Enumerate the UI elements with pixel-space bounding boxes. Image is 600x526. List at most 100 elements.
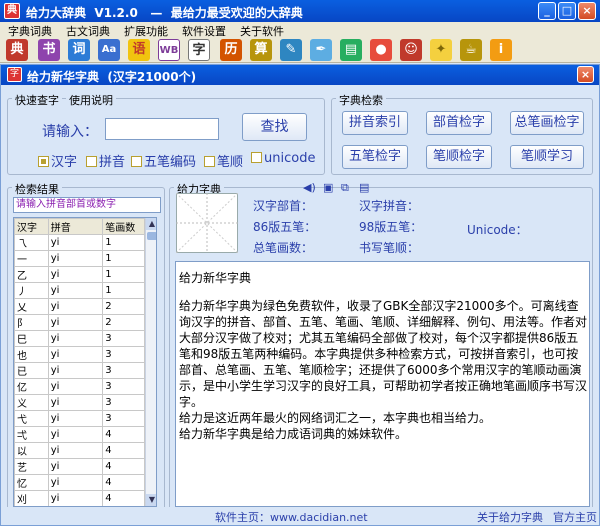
duplicate-icon[interactable]: ⧉ (341, 181, 349, 195)
table-row[interactable]: 艺 yi 4 (14, 458, 145, 475)
inner-close-button[interactable]: × (577, 66, 594, 83)
checkbox-bishun[interactable] (204, 156, 215, 167)
table-row[interactable]: 阝 yi 2 (14, 314, 145, 331)
pinyin-index-button[interactable]: 拼音索引 (342, 111, 408, 135)
col-pinyin[interactable]: 拼音 (47, 218, 104, 235)
app-icon[interactable]: 典 (4, 3, 20, 19)
pinyin-label: 汉字拼音： (359, 199, 420, 213)
font-icon[interactable]: Aa (98, 39, 120, 61)
menu-settings[interactable]: 软件设置 (182, 23, 226, 39)
figure-icon[interactable]: ☺ (400, 39, 422, 61)
cell-strokes: 4 (102, 474, 145, 491)
col-hanzi[interactable]: 汉字 (14, 218, 49, 235)
stroke-order-learn-button[interactable]: 笔顺学习 (510, 145, 584, 169)
checkbox-unicode[interactable] (251, 152, 262, 163)
check-hanzi[interactable]: 汉字 (38, 151, 77, 170)
close-button[interactable]: × (578, 2, 596, 20)
char-icon[interactable]: 字 (188, 39, 210, 61)
words-icon[interactable]: 词 (68, 39, 90, 61)
chart-icon[interactable]: ▤ (340, 39, 362, 61)
copy-icon[interactable]: ▣ (323, 181, 333, 194)
table-row[interactable]: 巳 yi 3 (14, 330, 145, 347)
wubi-search-button[interactable]: 五笔检字 (342, 145, 408, 169)
menu-about[interactable]: 关于软件 (240, 23, 284, 39)
menu-bar: 字典词典 古文词典 扩展功能 软件设置 关于软件 (0, 22, 600, 38)
table-row[interactable]: 也 yi 3 (14, 346, 145, 363)
about-link[interactable]: 关于给力字典 (477, 509, 543, 525)
table-row[interactable]: 乂 yi 2 (14, 298, 145, 315)
text-paragraph-2: 给力是这近两年最火的网络词汇之一，本字典也相当给力。 (179, 411, 492, 425)
cell-pinyin: yi (47, 298, 104, 315)
results-scrollbar[interactable]: ▲ ▼ (145, 218, 156, 506)
table-row[interactable]: 弌 yi 4 (14, 426, 145, 443)
search-input[interactable] (105, 118, 219, 140)
minimize-button[interactable]: _ (538, 2, 556, 20)
info-icon[interactable]: i (490, 39, 512, 61)
cell-strokes: 3 (102, 378, 145, 395)
check-bishun[interactable]: 笔顺 (204, 151, 243, 170)
tab-instructions[interactable]: 使用说明 (66, 92, 116, 108)
dictionary-icon[interactable]: 典 (6, 39, 28, 61)
description-text[interactable]: 给力新华字典 给力新华字典为绿色免费软件，收录了GBK全部汉字21000多个。可… (175, 261, 590, 507)
table-row[interactable]: 忆 yi 4 (14, 474, 145, 491)
calendar-icon[interactable]: 历 (220, 39, 242, 61)
cell-pinyin: yi (47, 266, 104, 283)
homepage-link[interactable]: 软件主页：www.dacidian.net (215, 509, 368, 525)
inner-title-bar: 字 给力新华字典 (汉字21000个) × (1, 65, 599, 85)
table-row[interactable]: 一 yi 1 (14, 250, 145, 267)
ball-icon[interactable]: ● (370, 39, 392, 61)
checkbox-hanzi[interactable] (38, 156, 49, 167)
memo-icon[interactable]: ✎ (280, 39, 302, 61)
cell-strokes: 4 (102, 490, 145, 506)
table-row[interactable]: 刈 yi 4 (14, 490, 145, 506)
cell-strokes: 2 (102, 314, 145, 331)
radical-search-button[interactable]: 部首检字 (426, 111, 492, 135)
menu-extensions[interactable]: 扩展功能 (124, 23, 168, 39)
scroll-down-icon[interactable]: ▼ (146, 494, 156, 506)
table-row[interactable]: 乙 yi 1 (14, 266, 145, 283)
stroke-order-search-button[interactable]: 笔顺检字 (426, 145, 492, 169)
cell-hanzi: 艺 (14, 458, 49, 475)
pen-icon[interactable]: ✒ (310, 39, 332, 61)
maximize-button[interactable]: □ (558, 2, 576, 20)
speaker-icon[interactable]: ◀) (303, 181, 316, 194)
menu-classical[interactable]: 古文词典 (66, 23, 110, 39)
book-icon[interactable]: 书 (38, 39, 60, 61)
cell-hanzi: 也 (14, 346, 49, 363)
results-title: 检索结果 (12, 181, 62, 197)
paste-icon[interactable]: ▤ (359, 181, 369, 194)
abacus-icon[interactable]: 算 (250, 39, 272, 61)
search-button[interactable]: 查找 (242, 113, 307, 141)
cell-hanzi: 弋 (14, 410, 49, 427)
scroll-thumb[interactable] (147, 232, 156, 240)
cell-strokes: 3 (102, 394, 145, 411)
checkbox-pinyin[interactable] (86, 156, 97, 167)
table-row[interactable]: 亿 yi 3 (14, 378, 145, 395)
cup-icon[interactable]: ☕ (460, 39, 482, 61)
wb-icon[interactable]: WB (158, 39, 180, 61)
tab-quick-search[interactable]: 快速查字 (12, 92, 62, 108)
checkbox-wubi[interactable] (131, 156, 142, 167)
result-filter-field[interactable]: 请输入拼音部首或数字 (13, 197, 161, 213)
check-pinyin[interactable]: 拼音 (86, 151, 125, 170)
table-row[interactable]: 丿 yi 1 (14, 282, 145, 299)
check-unicode[interactable]: unicode (251, 151, 315, 166)
menu-dictionary[interactable]: 字典词典 (8, 23, 52, 39)
idiom-icon[interactable]: 语 (128, 39, 150, 61)
check-wubi[interactable]: 五笔编码 (131, 151, 196, 170)
strokes-label: 总笔画数： (253, 241, 314, 255)
official-link[interactable]: 官方主页 (553, 509, 597, 525)
table-row[interactable]: 以 yi 4 (14, 442, 145, 459)
scroll-up-icon[interactable]: ▲ (146, 218, 156, 230)
stroke-count-search-button[interactable]: 总笔画检字 (510, 111, 584, 135)
bulb-icon[interactable]: ✦ (430, 39, 452, 61)
cell-pinyin: yi (47, 362, 104, 379)
cell-pinyin: yi (47, 474, 104, 491)
table-row[interactable]: 乁 yi 1 (14, 234, 145, 251)
col-strokes[interactable]: 笔画数 (102, 218, 145, 235)
cell-pinyin: yi (47, 250, 104, 267)
cell-pinyin: yi (47, 426, 104, 443)
table-row[interactable]: 义 yi 3 (14, 394, 145, 411)
table-row[interactable]: 弋 yi 3 (14, 410, 145, 427)
table-row[interactable]: 已 yi 3 (14, 362, 145, 379)
